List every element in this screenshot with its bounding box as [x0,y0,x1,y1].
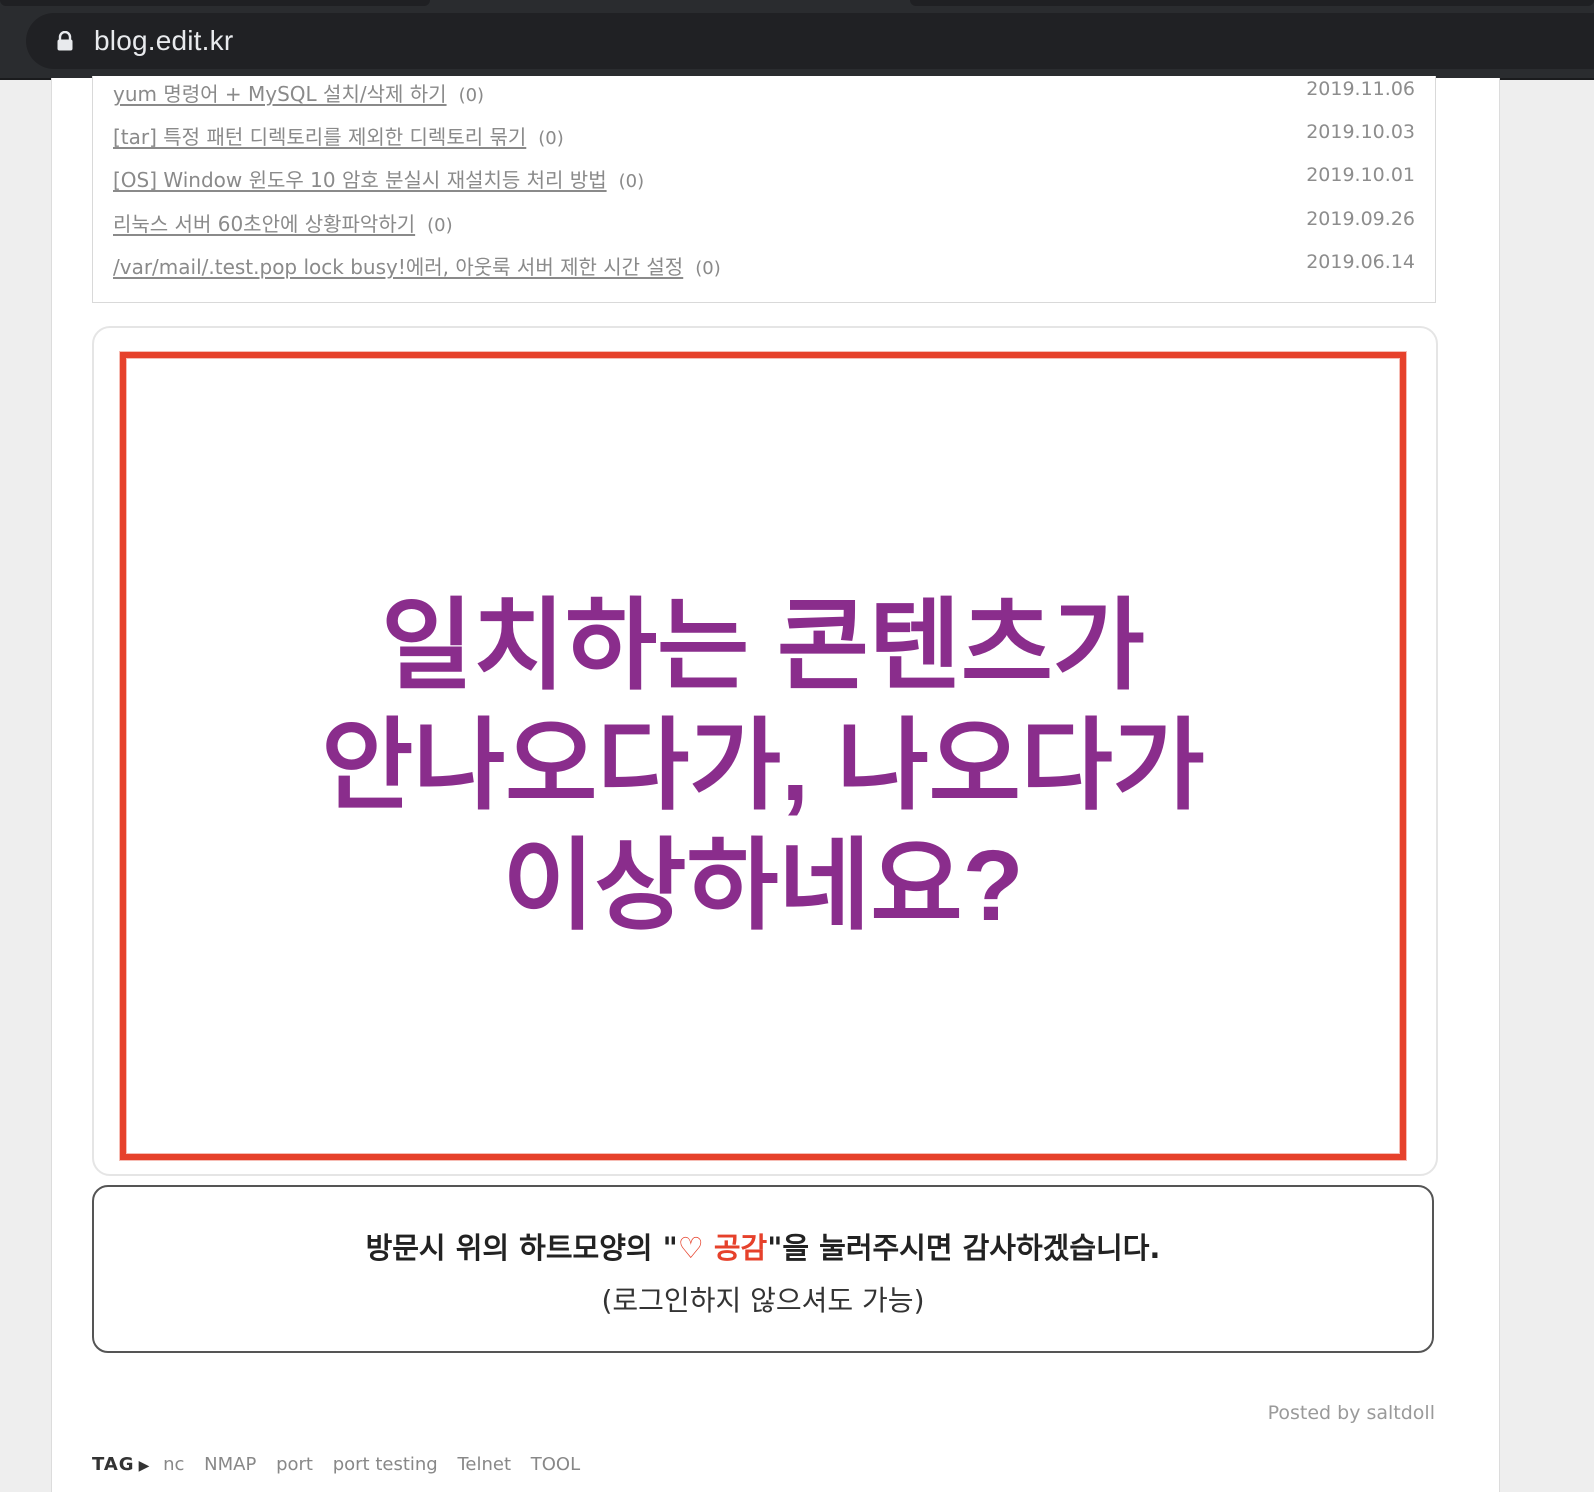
comment-count: (0) [538,128,564,149]
related-post-item: 리눅스 서버 60초안에 상황파악하기 (0) 2019.09.26 [113,208,1415,244]
triangle-right-icon: ▶ [138,1458,150,1474]
notice-main-text: 방문시 위의 하트모양의 "♡ 공감"을 눌러주시면 감사하겠습니다. [94,1225,1432,1267]
tag-link[interactable]: nc [163,1454,184,1475]
ad-message-line: 안나오다가, 나오다가 [321,710,1205,822]
ad-message-line: 이상하네요? [502,830,1024,942]
post-date: 2019.06.14 [1306,251,1415,273]
comment-count: (0) [695,258,721,279]
browser-top-bar: blog.edit.kr [0,0,1594,80]
notice-sub-text: (로그인하지 않으셔도 가능) [601,1284,925,1317]
related-post-item: yum 명령어 + MySQL 설치/삭제 하기 (0) 2019.11.06 [113,78,1415,114]
ad-highlight-frame: 일치하는 콘텐츠가 안나오다가, 나오다가 이상하네요? [120,352,1406,1160]
like-request-notice: 방문시 위의 하트모양의 "♡ 공감"을 눌러주시면 감사하겠습니다. (로그인… [92,1185,1434,1353]
tag-link[interactable]: Telnet [457,1454,511,1475]
related-posts-list: yum 명령어 + MySQL 설치/삭제 하기 (0) 2019.11.06 [… [92,76,1436,303]
comment-count: (0) [618,171,645,192]
related-post-link[interactable]: [OS] Window 윈도우 10 암호 분실시 재설치등 처리 방법 [113,168,607,192]
tab-strip-edge-right [910,0,1594,6]
heart-icon: ♡ [677,1231,704,1265]
tag-link[interactable]: port [276,1454,313,1475]
like-word: 공감 [713,1231,768,1265]
related-post-link[interactable]: 리눅스 서버 60초안에 상황파악하기 [113,212,415,236]
post-date: 2019.09.26 [1306,208,1415,230]
posted-by: Posted by saltdoll [1267,1402,1435,1424]
related-post-link[interactable]: yum 명령어 + MySQL 설치/삭제 하기 [113,82,447,106]
matched-content-ad-box: 일치하는 콘텐츠가 안나오다가, 나오다가 이상하네요? [92,326,1438,1176]
tag-link[interactable]: NMAP [204,1454,256,1475]
post-date: 2019.10.01 [1306,164,1415,186]
tag-list: TAG ▶ nc NMAP port port testing Telnet TO… [92,1454,594,1475]
ad-message: 일치하는 콘텐츠가 안나오다가, 나오다가 이상하네요? [126,586,1400,946]
post-date: 2019.11.06 [1306,78,1415,100]
address-bar[interactable]: blog.edit.kr [26,13,1594,69]
ad-message-line: 일치하는 콘텐츠가 [381,590,1145,702]
tab-strip-edge-left [0,0,430,6]
comment-count: (0) [427,215,453,236]
notice-suffix: "을 눌러주시면 감사하겠습니다. [767,1231,1161,1265]
related-post-item: [OS] Window 윈도우 10 암호 분실시 재설치등 처리 방법 (0) … [113,164,1415,200]
notice-prefix: 방문시 위의 하트모양의 " [365,1231,678,1265]
related-post-item: [tar] 특정 패턴 디렉토리를 제외한 디렉토리 묶기 (0) 2019.10… [113,121,1415,157]
tag-link[interactable]: TOOL [531,1454,580,1475]
tag-link[interactable]: port testing [333,1454,438,1475]
blog-page: yum 명령어 + MySQL 설치/삭제 하기 (0) 2019.11.06 [… [51,76,1500,1492]
tag-label: TAG [92,1454,135,1475]
related-post-link[interactable]: /var/mail/.test.pop lock busy!에러, 아웃룩 서버… [113,255,683,279]
comment-count: (0) [458,85,485,106]
related-post-link[interactable]: [tar] 특정 패턴 디렉토리를 제외한 디렉토리 묶기 [113,125,526,149]
post-date: 2019.10.03 [1306,121,1415,143]
lock-icon [56,30,74,51]
related-post-item: /var/mail/.test.pop lock busy!에러, 아웃룩 서버… [113,251,1415,287]
url-text: blog.edit.kr [94,25,234,56]
